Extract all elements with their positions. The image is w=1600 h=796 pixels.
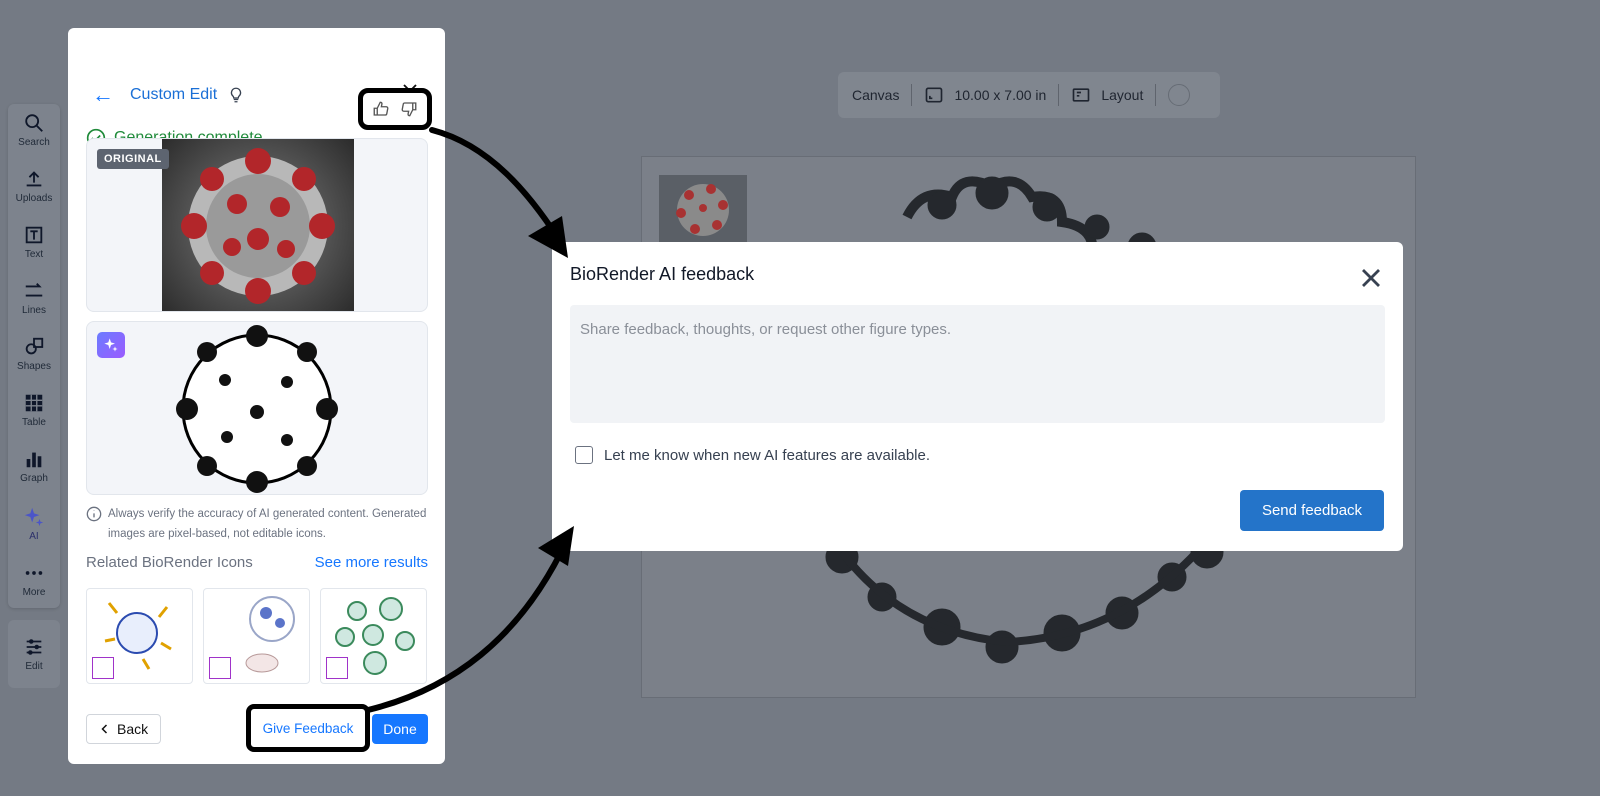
- feedback-modal: BioRender AI feedback Let me know when n…: [552, 242, 1403, 551]
- send-feedback-button[interactable]: Send feedback: [1240, 490, 1384, 531]
- arrow-from-rating: [429, 127, 561, 241]
- color-swatch[interactable]: [1168, 84, 1191, 106]
- thumbs-up-icon[interactable]: [372, 100, 390, 118]
- modal-title: BioRender AI feedback: [570, 264, 755, 284]
- tool-more[interactable]: More: [8, 554, 60, 606]
- text-icon: [25, 226, 43, 244]
- related-icon-card[interactable]: [86, 588, 193, 684]
- edit-rail: Edit: [8, 620, 60, 688]
- shapes-icon: [92, 657, 114, 679]
- panel-title: Custom Edit: [130, 86, 218, 103]
- related-icon-card[interactable]: [320, 588, 427, 684]
- divider: [911, 84, 913, 106]
- ai-disclaimer: Always verify the accuracy of AI generat…: [86, 504, 428, 544]
- back-label: Back: [117, 721, 149, 737]
- give-feedback-highlight: Give Feedback: [246, 704, 370, 752]
- shapes-icon: [25, 337, 44, 355]
- tool-label: Lines: [22, 305, 46, 316]
- give-feedback-button[interactable]: Give Feedback: [263, 721, 354, 736]
- canvas-toolbar: Canvas 10.00 x 7.00 in Layout: [838, 72, 1220, 118]
- back-arrow-icon[interactable]: ←: [92, 82, 116, 108]
- panel-header: ← Custom Edit: [92, 82, 245, 108]
- tool-label: Text: [24, 249, 44, 260]
- feedback-textarea[interactable]: [570, 305, 1385, 423]
- upload-icon: [26, 171, 42, 187]
- virus-photo: [181, 148, 335, 304]
- tool-text[interactable]: Text: [8, 216, 60, 268]
- rating-buttons: [358, 88, 432, 130]
- tool-edit[interactable]: Edit: [8, 628, 60, 680]
- tool-label: Uploads: [15, 193, 53, 204]
- divider: [1058, 84, 1060, 106]
- resize-icon: [926, 87, 943, 103]
- notify-checkbox[interactable]: [575, 446, 593, 464]
- tool-rail: Search Uploads Text Lines Shapes Table G…: [8, 104, 60, 608]
- tool-graph[interactable]: Graph: [8, 440, 60, 492]
- shapes-icon: [326, 657, 348, 679]
- sliders-icon: [26, 639, 42, 655]
- original-image-card[interactable]: ORIGINAL: [86, 138, 428, 312]
- tool-label: Table: [22, 417, 46, 428]
- thumbs-down-icon[interactable]: [400, 100, 418, 118]
- tool-ai[interactable]: AI: [8, 498, 60, 550]
- tool-label: More: [22, 587, 46, 598]
- layout-icon: [1072, 88, 1090, 102]
- tool-label: AI: [29, 531, 39, 542]
- divider: [1155, 84, 1157, 106]
- tool-lines[interactable]: Lines: [8, 272, 60, 324]
- tool-table[interactable]: Table: [8, 384, 60, 436]
- done-button[interactable]: Done: [372, 714, 428, 744]
- canvas-size[interactable]: 10.00 x 7.00 in: [954, 87, 1046, 103]
- tool-shapes[interactable]: Shapes: [8, 328, 60, 380]
- shapes-icon: [209, 657, 231, 679]
- more-icon: [25, 571, 43, 575]
- tool-label: Graph: [20, 473, 48, 484]
- tool-label: Edit: [25, 661, 43, 672]
- tool-search[interactable]: Search: [8, 104, 60, 156]
- related-icons-grid: [86, 588, 428, 684]
- search-icon: [25, 114, 43, 132]
- back-button[interactable]: Back: [86, 714, 162, 744]
- canvas-label[interactable]: Canvas: [852, 87, 899, 103]
- table-icon: [25, 394, 43, 412]
- notify-label: Let me know when new AI features are ava…: [604, 446, 931, 464]
- related-icons-heading: Related BioRender Icons: [86, 554, 253, 571]
- close-icon[interactable]: [1359, 266, 1383, 290]
- info-icon: [86, 506, 102, 522]
- lightbulb-icon[interactable]: [227, 86, 245, 104]
- notify-option: Let me know when new AI features are ava…: [575, 446, 930, 464]
- lines-icon: [25, 283, 43, 297]
- tool-label: Shapes: [17, 361, 51, 372]
- custom-edit-panel: ← Custom Edit Generation complete: [68, 28, 445, 764]
- layout-button[interactable]: Layout: [1101, 87, 1143, 103]
- generated-virus-drawing: [176, 325, 338, 493]
- graph-icon: [26, 452, 42, 468]
- original-badge: ORIGINAL: [97, 149, 169, 169]
- related-icon-card[interactable]: [203, 588, 310, 684]
- disclaimer-text: Always verify the accuracy of AI generat…: [108, 508, 427, 540]
- see-more-link[interactable]: See more results: [315, 554, 428, 571]
- original-image: [162, 139, 354, 311]
- chevron-left-icon: [101, 724, 108, 734]
- tool-uploads[interactable]: Uploads: [8, 160, 60, 212]
- tool-label: Search: [18, 137, 50, 148]
- sparkle-icon: [24, 507, 44, 527]
- generated-image-card[interactable]: [86, 321, 428, 495]
